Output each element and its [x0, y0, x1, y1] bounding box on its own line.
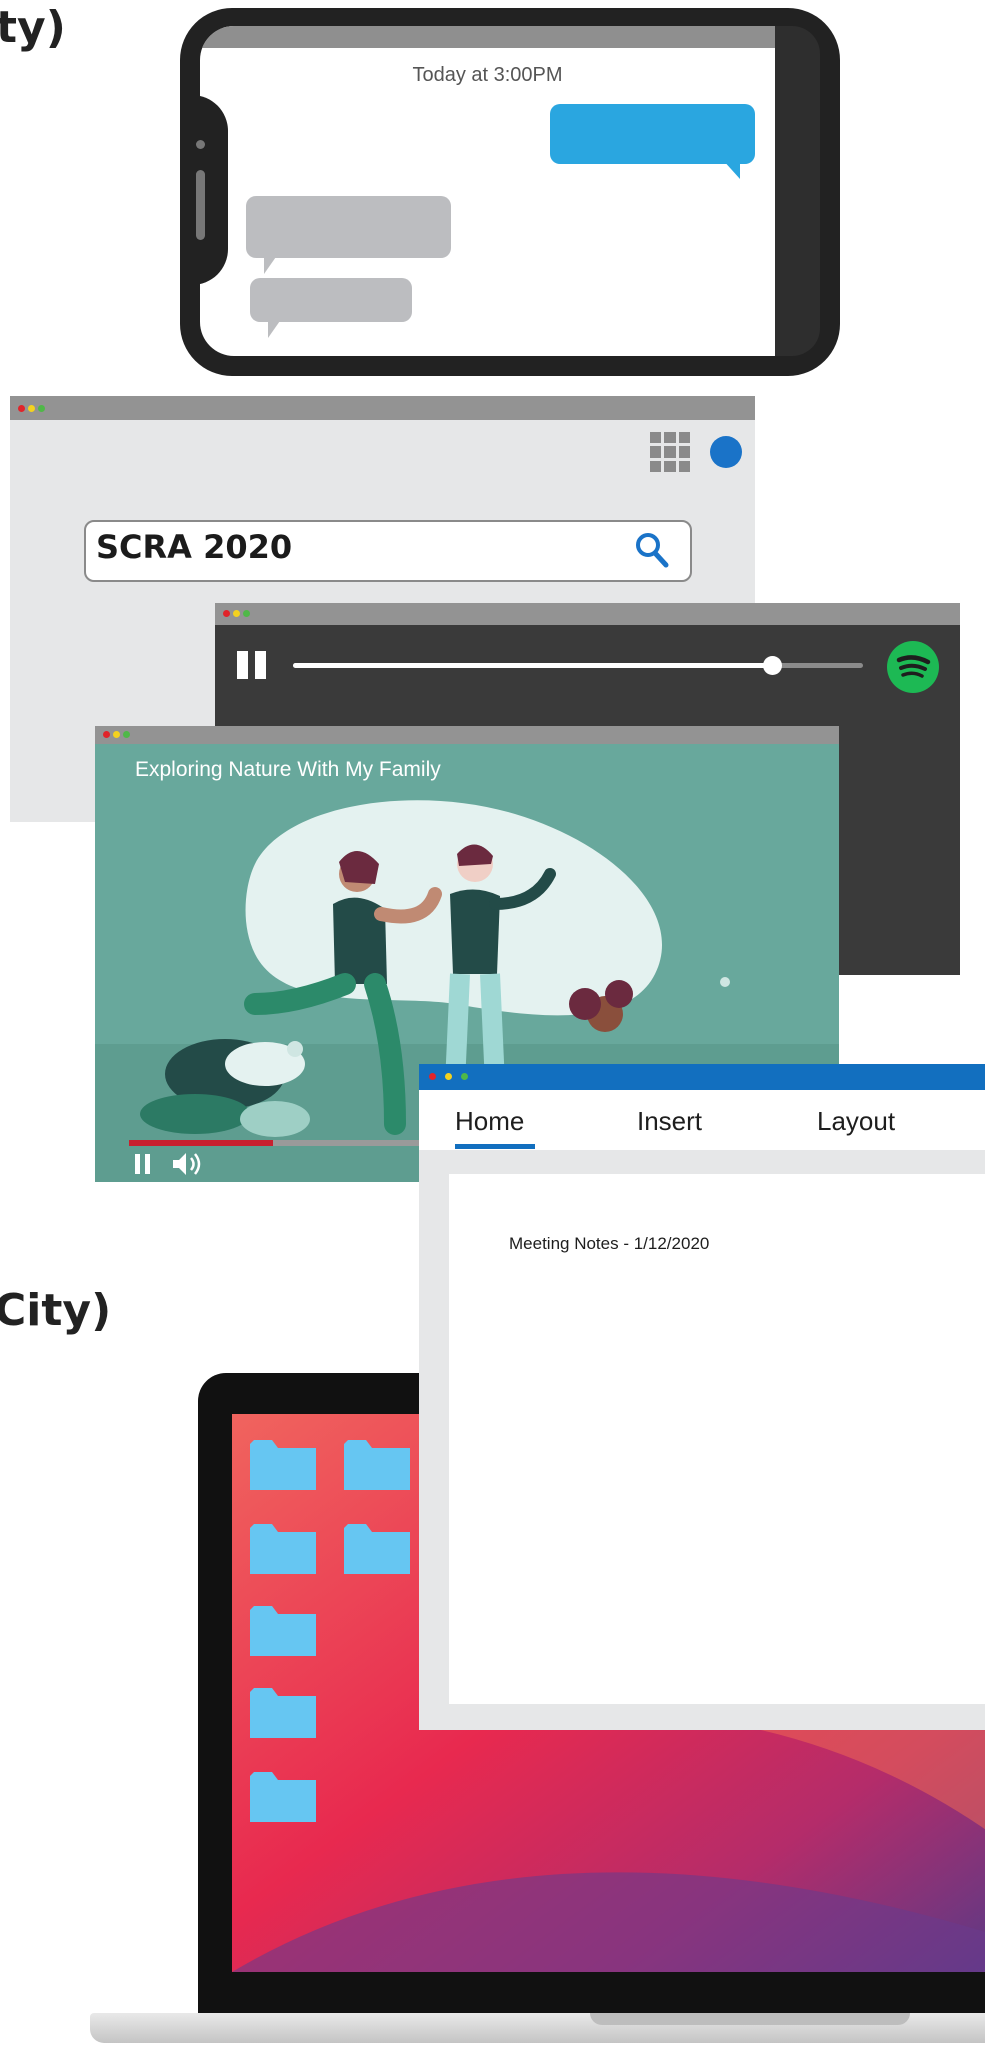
video-title: Exploring Nature With My Family	[135, 758, 441, 781]
folder-icon[interactable]	[344, 1438, 410, 1490]
maximize-dot-icon[interactable]	[123, 731, 130, 738]
folder-icon[interactable]	[250, 1770, 316, 1822]
folder-icon[interactable]	[250, 1604, 316, 1656]
tab-insert[interactable]: Insert	[637, 1106, 702, 1137]
folder-icon[interactable]	[250, 1686, 316, 1738]
video-pause-button[interactable]	[135, 1154, 151, 1174]
pause-button[interactable]	[237, 651, 269, 679]
phone-screen: Today at 3:00PM	[200, 26, 775, 356]
search-icon[interactable]	[632, 530, 672, 570]
docs-titlebar	[419, 1064, 985, 1090]
document-page[interactable]: Meeting Notes - 1/12/2020	[449, 1174, 985, 1704]
incoming-message-bubble[interactable]	[246, 196, 451, 258]
spotify-icon[interactable]	[887, 641, 939, 693]
close-dot-icon[interactable]	[223, 610, 230, 617]
video-titlebar	[95, 726, 839, 744]
minimize-dot-icon[interactable]	[113, 731, 120, 738]
incoming-message-bubble[interactable]	[250, 278, 412, 322]
close-dot-icon[interactable]	[103, 731, 110, 738]
laptop-opening-notch	[590, 2013, 910, 2025]
heading-fragment-mid: City)	[0, 1285, 112, 1336]
minimize-dot-icon[interactable]	[28, 405, 35, 412]
music-titlebar	[215, 603, 960, 625]
video-progress-fill	[129, 1140, 273, 1146]
maximize-dot-icon[interactable]	[461, 1073, 468, 1080]
folder-icon[interactable]	[250, 1522, 316, 1574]
phone-speaker	[196, 170, 205, 240]
avatar[interactable]	[710, 436, 742, 468]
message-timestamp: Today at 3:00PM	[412, 64, 563, 86]
heading-fragment-top: ty)	[0, 2, 66, 53]
apps-grid-icon[interactable]	[650, 432, 690, 472]
playback-progress-fill	[293, 663, 772, 668]
incoming-bubble-tail	[268, 318, 282, 338]
incoming-bubble-tail	[264, 254, 278, 274]
video-progress-bar[interactable]	[129, 1140, 429, 1146]
search-input[interactable]: SCRA 2020	[84, 520, 692, 582]
minimize-dot-icon[interactable]	[445, 1073, 452, 1080]
outgoing-message-bubble[interactable]	[550, 104, 755, 164]
close-dot-icon[interactable]	[18, 405, 25, 412]
tab-home[interactable]: Home	[455, 1106, 524, 1137]
phone-side-bezel	[775, 26, 820, 356]
playback-slider-handle[interactable]	[762, 656, 782, 675]
minimize-dot-icon[interactable]	[233, 610, 240, 617]
tab-layout[interactable]: Layout	[817, 1106, 895, 1137]
outgoing-bubble-tail	[722, 159, 740, 179]
browser-titlebar	[10, 396, 755, 420]
playback-slider[interactable]	[293, 656, 863, 675]
folder-icon[interactable]	[344, 1522, 410, 1574]
phone-status-bar	[200, 26, 775, 48]
maximize-dot-icon[interactable]	[243, 610, 250, 617]
docs-window: Home Insert Layout Meeting Notes - 1/12/…	[419, 1064, 985, 1730]
document-text: Meeting Notes - 1/12/2020	[509, 1234, 710, 1253]
close-dot-icon[interactable]	[429, 1073, 436, 1080]
volume-icon[interactable]	[171, 1150, 205, 1178]
active-tab-indicator	[455, 1144, 535, 1149]
maximize-dot-icon[interactable]	[38, 405, 45, 412]
folder-icon[interactable]	[250, 1438, 316, 1490]
search-query-text: SCRA 2020	[96, 528, 293, 566]
phone-camera	[196, 140, 205, 149]
ribbon-tabs: Home Insert Layout	[419, 1090, 985, 1150]
